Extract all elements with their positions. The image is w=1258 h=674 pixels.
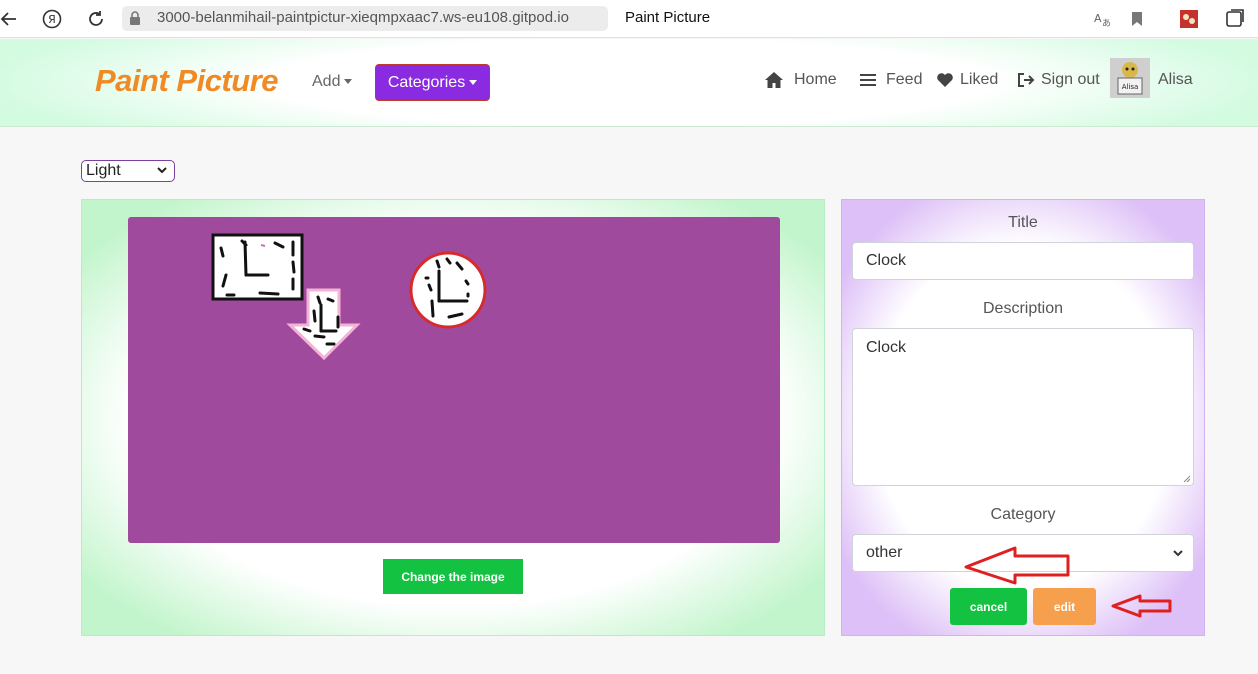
add-dropdown[interactable]: Add xyxy=(312,73,353,91)
nav-signout[interactable]: Sign out xyxy=(1017,71,1100,89)
description-label: Description xyxy=(982,300,1064,317)
change-image-button[interactable]: Change the image xyxy=(383,559,523,594)
category-label: Category xyxy=(990,506,1056,523)
resize-handle-icon[interactable] xyxy=(1181,473,1191,483)
categories-dropdown[interactable]: Categories xyxy=(375,64,490,101)
feed-icon xyxy=(860,74,876,86)
user-name[interactable]: Alisa xyxy=(1158,71,1193,89)
nav-home[interactable]: Home xyxy=(764,71,837,89)
nav-feed[interactable]: Feed xyxy=(860,71,922,89)
caret-down-icon xyxy=(344,79,353,85)
nav-liked-label: Liked xyxy=(960,71,999,88)
picture-details-form: Title Clock Description Clock Category o… xyxy=(841,199,1205,636)
nav-home-label: Home xyxy=(794,71,837,88)
sign-out-icon xyxy=(1018,73,1035,87)
url-text[interactable]: 3000-belanmihail-paintpictur-xieqmpxaac7… xyxy=(157,9,569,26)
categories-label: Categories xyxy=(387,73,466,91)
nav-signout-label: Sign out xyxy=(1041,71,1100,88)
category-select-value: other xyxy=(866,544,903,561)
nav-feed-label: Feed xyxy=(886,71,923,88)
home-icon xyxy=(765,72,783,88)
browser-toolbar: Я 3000-belanmihail-paintpictur-xieqmpxaa… xyxy=(0,0,1258,38)
cancel-button[interactable]: cancel xyxy=(950,588,1027,625)
clock-square-drawing xyxy=(211,233,304,301)
add-dropdown-label: Add xyxy=(312,73,341,90)
theme-select-value: Light xyxy=(86,162,121,179)
avatar[interactable]: Alisa xyxy=(1110,58,1150,98)
category-select[interactable]: other xyxy=(852,534,1194,572)
chevron-down-icon xyxy=(1173,550,1183,557)
extension-icon[interactable] xyxy=(1178,8,1200,30)
collections-icon[interactable] xyxy=(1224,8,1246,30)
heart-icon xyxy=(937,73,953,87)
nav-liked[interactable]: Liked xyxy=(936,71,998,89)
site-navbar: Paint Picture Add Categories Home Feed L… xyxy=(0,39,1258,127)
svg-text:Я: Я xyxy=(48,13,56,26)
brand-logo[interactable]: Paint Picture xyxy=(95,63,279,99)
lock-icon xyxy=(128,10,142,26)
avatar-sign-text: Alisa xyxy=(1122,83,1139,91)
bookmark-icon[interactable] xyxy=(1126,8,1148,30)
drawing-canvas[interactable] xyxy=(128,217,780,543)
svg-text:あ: あ xyxy=(1102,18,1111,28)
title-label: Title xyxy=(1008,214,1038,231)
title-input[interactable]: Clock xyxy=(852,242,1194,280)
svg-text:A: A xyxy=(1094,12,1102,25)
theme-select[interactable]: Light xyxy=(81,160,175,182)
round-clock-drawing xyxy=(409,251,487,329)
page-tab-title: Paint Picture xyxy=(625,9,711,26)
back-arrow-icon[interactable] xyxy=(0,8,20,30)
avatar-image: Alisa xyxy=(1110,58,1150,98)
image-editor-panel: Change the image xyxy=(81,199,825,636)
translate-icon[interactable]: Aあ xyxy=(1091,8,1113,30)
reload-icon[interactable] xyxy=(85,8,107,30)
description-value: Clock xyxy=(866,339,907,356)
canvas-drawing xyxy=(211,233,487,361)
description-textarea[interactable]: Clock xyxy=(852,328,1194,486)
yandex-icon[interactable]: Я xyxy=(41,8,63,30)
chevron-down-icon xyxy=(157,167,167,174)
edit-button[interactable]: edit xyxy=(1033,588,1096,625)
caret-down-icon xyxy=(469,80,478,85)
